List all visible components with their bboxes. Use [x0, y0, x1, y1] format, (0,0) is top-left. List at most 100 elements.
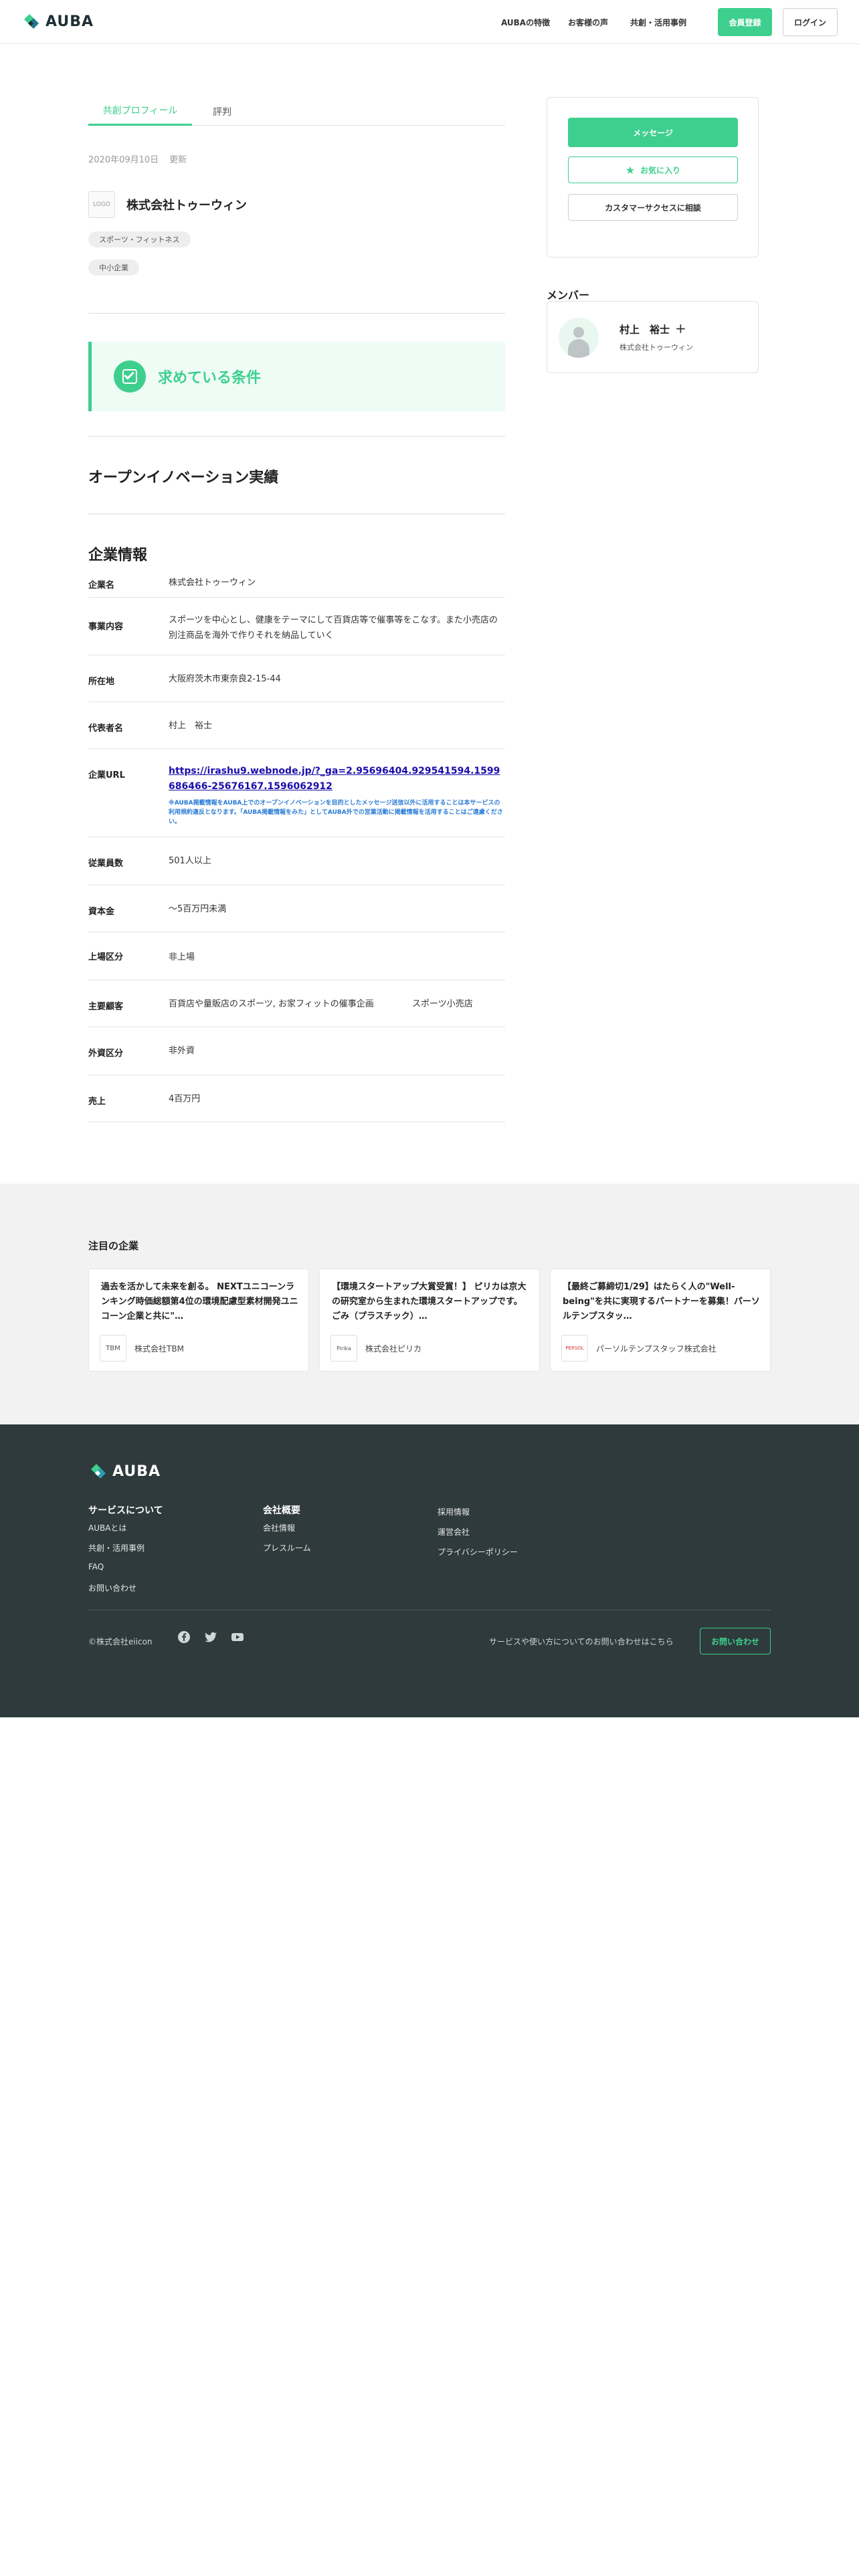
featured-company-logo: TBM	[100, 1335, 126, 1362]
login-button[interactable]: ログイン	[783, 8, 838, 36]
info-value: https://irashu9.webnode.jp/?_ga=2.956964…	[169, 764, 503, 827]
footer-brand-name: AUBA	[112, 1463, 161, 1480]
info-value: スポーツ小売店	[412, 999, 473, 1009]
info-row-listing: 上場区分 非上場	[88, 932, 505, 980]
youtube-icon[interactable]	[231, 1630, 244, 1644]
member-name-row: 村上 裕士 +	[619, 320, 686, 336]
update-date: 2020年09月10日 更新	[88, 152, 187, 165]
info-value: 百貨店や量販店のスポーツ, お家フィットの催事企画	[169, 999, 374, 1009]
brand-name: AUBA	[45, 13, 94, 30]
info-row-foreign: 外資区分 非外資	[88, 1027, 505, 1075]
footer-link-privacy[interactable]: プライバシーポリシー	[438, 1546, 518, 1558]
company-header: LOGO 株式会社トゥーウィン	[88, 191, 247, 218]
info-value: 大阪府茨木市東奈良2-15-44	[169, 674, 281, 684]
twitter-icon[interactable]	[204, 1630, 217, 1644]
star-icon: ★	[625, 163, 636, 177]
url-usage-note: ※AUBA掲載情報をAUBA上でのオープンイノベーションを目的としたメッセージ送…	[169, 800, 503, 825]
info-row-representative: 代表者名 村上 裕士	[88, 702, 505, 749]
footer-contact-text: サービスや使い方についてのお問い合わせはこちら	[489, 1637, 674, 1646]
featured-card-text: 【最終ご募締切1/29】はたらく人の"Well-being"を共に実現するパート…	[563, 1282, 760, 1321]
info-row-capital: 資本金 〜5百万円未満	[88, 885, 505, 932]
member-card[interactable]: 村上 裕士 + 株式会社トゥーウィン	[547, 301, 759, 373]
favorite-button[interactable]: ★ お気に入り	[568, 156, 738, 183]
footer-logo[interactable]: AUBA	[88, 1461, 161, 1481]
footer-link-about[interactable]: AUBAとは	[88, 1522, 126, 1533]
info-value: 〜5百万円未満	[169, 904, 227, 914]
featured-company-name: 株式会社ピリカ	[365, 1344, 422, 1354]
copyright: ©株式会社eiicon	[88, 1637, 153, 1646]
brand-logo[interactable]: AUBA	[21, 11, 94, 31]
info-label: 所在地	[88, 677, 115, 687]
tab-cocreation-profile[interactable]: 共創プロフィール	[88, 97, 192, 126]
nav-cases[interactable]: 共創・活用事例	[630, 17, 686, 28]
footer-col-service-title: サービスについて	[88, 1505, 163, 1516]
info-label: 主要顧客	[88, 1002, 124, 1012]
footer-contact-button[interactable]: お問い合わせ	[700, 1628, 771, 1654]
featured-company-name: 株式会社TBM	[134, 1344, 184, 1354]
tag-sports[interactable]: スポーツ・フィットネス	[88, 231, 191, 247]
conditions-banner[interactable]: 求めている条件	[88, 342, 505, 411]
checkbox-icon	[114, 360, 146, 393]
date-text: 2020年09月10日	[88, 155, 159, 165]
auba-logo-icon	[24, 14, 39, 29]
facebook-icon[interactable]	[177, 1630, 191, 1644]
footer-col-company-title: 会社概要	[263, 1505, 300, 1516]
divider	[88, 436, 505, 437]
footer-link-recruit[interactable]: 採用情報	[438, 1506, 470, 1517]
footer-link-cases[interactable]: 共創・活用事例	[88, 1542, 145, 1553]
featured-card-text: 【環境スタートアップ大賞受賞！】 ピリカは京大の研究室から生まれた環境スタートア…	[332, 1282, 527, 1321]
company-name: 株式会社トゥーウィン	[126, 199, 247, 213]
add-member-icon[interactable]: +	[675, 320, 686, 336]
profile-tabs: 共創プロフィール 評判	[88, 97, 505, 126]
info-value: 非上場	[169, 952, 195, 962]
footer-link-pressroom[interactable]: プレスルーム	[263, 1542, 311, 1553]
update-status: 更新	[169, 155, 187, 165]
register-button[interactable]: 会員登録	[718, 8, 772, 36]
info-row-url: 企業URL https://irashu9.webnode.jp/?_ga=2.…	[88, 749, 505, 837]
customer-success-button[interactable]: カスタマーサクセスに相談	[568, 194, 738, 221]
info-label: 従業員数	[88, 859, 124, 869]
info-row-business: 事業内容 スポーツを中心とし、健康をテーマにして百貨店等で催事等をこなす。また小…	[88, 598, 505, 655]
avatar	[559, 318, 599, 358]
featured-card[interactable]: 過去を活かして未来を創る。 NEXTユニコーンランキング時価総額第4位の環境配慮…	[88, 1269, 309, 1372]
divider	[88, 313, 505, 314]
members-title: メンバー	[547, 289, 590, 302]
info-row-address: 所在地 大阪府茨木市東奈良2-15-44	[88, 655, 505, 702]
info-label: 企業URL	[88, 770, 125, 780]
auba-logo-icon	[91, 1464, 106, 1479]
member-company: 株式会社トゥーウィン	[619, 343, 693, 352]
info-row-name: 企業名 株式会社トゥーウィン	[88, 567, 505, 598]
info-title: 企業情報	[88, 547, 148, 564]
footer-link-company-info[interactable]: 会社情報	[263, 1522, 295, 1533]
info-label: 企業名	[88, 580, 115, 591]
nav-features[interactable]: AUBAの特徴	[501, 17, 550, 28]
company-url-link[interactable]: https://irashu9.webnode.jp/?_ga=2.956964…	[169, 766, 500, 792]
featured-company-logo: Pirika	[330, 1335, 357, 1362]
info-label: 事業内容	[88, 622, 124, 632]
footer-link-contact[interactable]: お問い合わせ	[88, 1582, 136, 1594]
info-value: 4百万円	[169, 1094, 201, 1104]
message-button[interactable]: メッセージ	[568, 118, 738, 147]
tab-reputation[interactable]: 評判	[192, 97, 252, 126]
info-label: 上場区分	[88, 952, 124, 962]
info-label: 外資区分	[88, 1049, 124, 1059]
site-footer: AUBA サービスについて AUBAとは 共創・活用事例 FAQ お問い合わせ …	[0, 1424, 859, 1717]
info-value: スポーツを中心とし、健康をテーマにして百貨店等で催事等をこなす。また小売店の別注…	[169, 615, 498, 641]
featured-company-logo: PERSOL	[561, 1335, 588, 1362]
tag-sme[interactable]: 中小企業	[88, 259, 139, 276]
featured-card[interactable]: 【環境スタートアップ大賞受賞！】 ピリカは京大の研究室から生まれた環境スタートア…	[319, 1269, 540, 1372]
featured-company-name: パーソルテンプスタッフ株式会社	[596, 1344, 717, 1354]
info-value: 501人以上	[169, 856, 211, 866]
footer-link-faq[interactable]: FAQ	[88, 1562, 104, 1572]
info-label: 資本金	[88, 907, 115, 917]
footer-link-operator[interactable]: 運営会社	[438, 1526, 470, 1537]
featured-card-text: 過去を活かして未来を創る。 NEXTユニコーンランキング時価総額第4位の環境配慮…	[101, 1282, 298, 1321]
nav-voices[interactable]: お客様の声	[568, 17, 608, 28]
info-label: 売上	[88, 1097, 106, 1107]
info-label: 代表者名	[88, 724, 124, 734]
info-row-employees: 従業員数 501人以上	[88, 837, 505, 885]
member-name: 村上 裕士	[619, 324, 670, 336]
featured-title: 注目の企業	[88, 1240, 139, 1252]
featured-card[interactable]: 【最終ご募締切1/29】はたらく人の"Well-being"を共に実現するパート…	[550, 1269, 771, 1372]
conditions-title: 求めている条件	[158, 370, 262, 387]
